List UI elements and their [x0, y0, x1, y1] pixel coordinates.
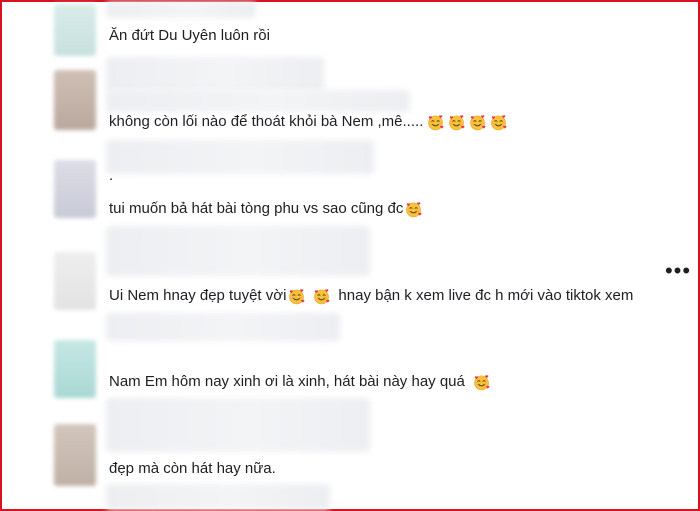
blurred-username [106, 140, 374, 174]
comment-body: không còn lối nào để thoát khỏi bà Nem ,… [109, 113, 424, 130]
smiling-face-with-hearts-icon [448, 114, 465, 131]
avatar[interactable] [54, 160, 96, 218]
comment-text: đẹp mà còn hát hay nữa. [109, 459, 276, 479]
comment-text: Nam Em hôm nay xinh ơi là xinh, hát bài … [109, 372, 490, 392]
smiling-face-with-hearts-icon [473, 374, 490, 391]
blurred-username [106, 398, 370, 452]
blurred-username [106, 90, 410, 112]
smiling-face-with-hearts-icon [490, 114, 507, 131]
comment-body: Ăn đứt Du Uyên luôn rồi [109, 27, 270, 44]
comment-text: tui muốn bả hát bài tòng phu vs sao cũng… [109, 199, 422, 219]
smiling-face-with-hearts-icon [427, 114, 444, 131]
comment-text: không còn lối nào để thoát khỏi bà Nem ,… [109, 112, 507, 132]
comment-text: Ăn đứt Du Uyên luôn rồi [109, 26, 270, 46]
comment-text: Ui Nem hnay đẹp tuyệt vời hnay bận k xem… [109, 286, 633, 306]
smiling-face-with-hearts-icon [469, 114, 486, 131]
avatar[interactable] [54, 340, 96, 398]
comment-body: Ui Nem hnay đẹp tuyệt vời [109, 287, 287, 304]
avatar[interactable] [54, 4, 96, 56]
comment-body: tui muốn bả hát bài tòng phu vs sao cũng… [109, 200, 404, 217]
avatar[interactable] [54, 252, 96, 310]
smiling-face-with-hearts-icon [288, 288, 305, 305]
comment-body: . [109, 167, 114, 184]
blurred-username [106, 57, 324, 91]
smiling-face-with-hearts-icon [313, 288, 330, 305]
avatar[interactable] [54, 70, 96, 130]
blurred-username [106, 226, 370, 276]
avatar[interactable] [54, 424, 96, 486]
comment-text: . [109, 166, 113, 186]
comment-body-continued: hnay bận k xem live đc h mới vào tiktok … [338, 287, 634, 304]
blurred-username [106, 484, 330, 510]
blurred-username [106, 2, 256, 18]
comment-body: đẹp mà còn hát hay nữa. [109, 460, 276, 477]
comment-body: Nam Em hôm nay xinh ơi là xinh, hát bài … [109, 373, 465, 390]
more-options-icon[interactable]: ••• [663, 259, 693, 283]
smiling-face-with-hearts-icon [405, 201, 422, 218]
blurred-username [106, 313, 340, 341]
